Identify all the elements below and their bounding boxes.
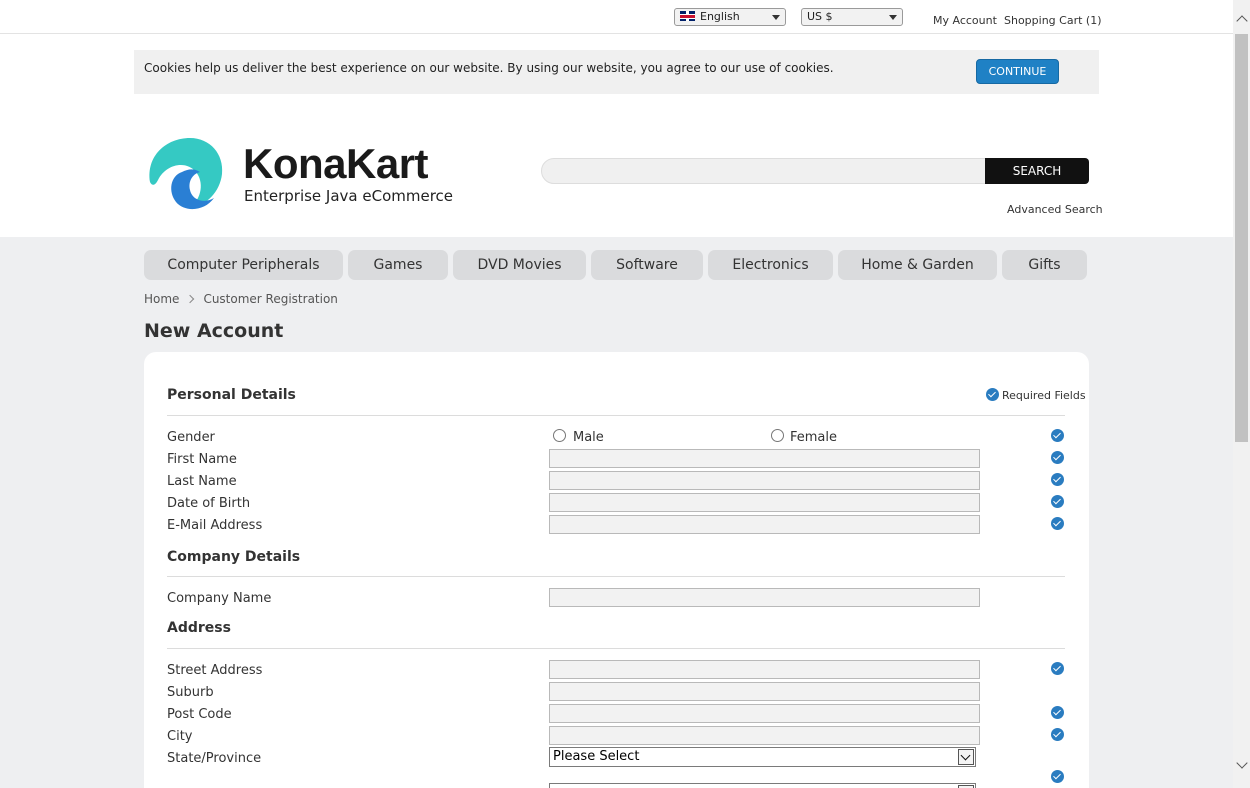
language-select[interactable]: English — [674, 8, 786, 26]
gender-female-label: Female — [790, 430, 838, 445]
required-checkmark-icon — [1051, 770, 1064, 783]
page-title: New Account — [144, 320, 284, 342]
my-account-link[interactable]: My Account — [933, 14, 997, 27]
divider — [167, 648, 1065, 649]
chevron-down-icon — [958, 749, 974, 765]
email-field[interactable] — [549, 515, 980, 534]
currency-value: US $ — [807, 10, 833, 23]
chevron-down-icon — [889, 15, 897, 20]
required-checkmark-icon — [1051, 429, 1064, 442]
scroll-up-icon[interactable] — [1236, 15, 1248, 27]
last-name-label: Last Name — [167, 474, 237, 489]
first-name-label: First Name — [167, 452, 237, 467]
state-label: State/Province — [167, 751, 262, 766]
email-label: E-Mail Address — [167, 518, 263, 533]
category-dvd-movies[interactable]: DVD Movies — [453, 250, 586, 280]
gender-male-radio[interactable] — [553, 429, 566, 442]
uk-flag-icon — [680, 11, 695, 21]
post-code-field[interactable] — [549, 704, 980, 723]
cookie-message: Cookies help us deliver the best experie… — [144, 61, 834, 75]
breadcrumb-home[interactable]: Home — [144, 292, 179, 306]
required-checkmark-icon — [1051, 728, 1064, 741]
required-checkmark-icon — [1051, 495, 1064, 508]
category-games[interactable]: Games — [348, 250, 448, 280]
category-electronics[interactable]: Electronics — [708, 250, 833, 280]
scrollbar-thumb[interactable] — [1235, 34, 1248, 442]
advanced-search-link[interactable]: Advanced Search — [1007, 203, 1103, 216]
checkmark-icon — [986, 388, 999, 401]
personal-details-heading: Personal Details — [167, 387, 296, 403]
required-checkmark-icon — [1051, 451, 1064, 464]
search-input[interactable] — [541, 158, 987, 184]
state-select[interactable]: Please Select — [549, 747, 976, 767]
currency-select[interactable]: US $ — [801, 8, 903, 26]
site-logo[interactable]: KonaKart Enterprise Java eCommerce — [144, 134, 454, 214]
required-checkmark-icon — [1051, 473, 1064, 486]
street-address-label: Street Address — [167, 663, 263, 678]
suburb-label: Suburb — [167, 685, 214, 700]
post-code-label: Post Code — [167, 707, 232, 722]
required-fields-legend: Required Fields — [986, 388, 1086, 402]
dob-field[interactable] — [549, 493, 980, 512]
logo-tagline: Enterprise Java eCommerce — [244, 187, 454, 205]
scroll-down-icon[interactable] — [1236, 757, 1248, 769]
language-value: English — [700, 10, 740, 23]
cookie-continue-button[interactable]: CONTINUE — [976, 59, 1059, 84]
chevron-down-icon — [772, 15, 780, 20]
city-field[interactable] — [549, 726, 980, 745]
registration-form: Required Fields Personal Details Gender … — [144, 352, 1089, 788]
required-fields-label: Required Fields — [1002, 389, 1086, 402]
city-label: City — [167, 729, 193, 744]
search-button[interactable]: SEARCH — [985, 158, 1089, 184]
breadcrumb: Home Customer Registration — [144, 292, 338, 306]
dob-label: Date of Birth — [167, 496, 251, 511]
gender-female-radio[interactable] — [771, 429, 784, 442]
chevron-right-icon — [186, 294, 195, 304]
address-heading: Address — [167, 620, 231, 636]
gender-label: Gender — [167, 430, 215, 445]
last-name-field[interactable] — [549, 471, 980, 490]
logo-name: KonaKart — [243, 140, 429, 187]
company-name-label: Company Name — [167, 591, 272, 606]
suburb-field[interactable] — [549, 682, 980, 701]
breadcrumb-current: Customer Registration — [203, 292, 338, 306]
street-address-field[interactable] — [549, 660, 980, 679]
state-select-value: Please Select — [553, 749, 640, 764]
category-computer-peripherals[interactable]: Computer Peripherals — [144, 250, 343, 280]
konakart-wave-icon — [149, 138, 223, 210]
required-checkmark-icon — [1051, 517, 1064, 530]
first-name-field[interactable] — [549, 449, 980, 468]
country-select[interactable] — [549, 783, 976, 788]
page-scrollbar[interactable] — [1233, 0, 1250, 788]
shopping-cart-link[interactable]: Shopping Cart (1) — [1004, 14, 1102, 27]
divider — [167, 576, 1065, 577]
category-home-garden[interactable]: Home & Garden — [838, 250, 997, 280]
required-checkmark-icon — [1051, 706, 1064, 719]
required-checkmark-icon — [1051, 662, 1064, 675]
divider — [167, 415, 1065, 416]
gender-male-label: Male — [573, 430, 604, 445]
category-gifts[interactable]: Gifts — [1002, 250, 1087, 280]
company-details-heading: Company Details — [167, 549, 301, 565]
category-software[interactable]: Software — [591, 250, 703, 280]
cookie-banner: Cookies help us deliver the best experie… — [134, 50, 1099, 94]
top-bar: English US $ My Account Shopping Cart (1… — [0, 0, 1233, 34]
company-name-field[interactable] — [549, 588, 980, 607]
